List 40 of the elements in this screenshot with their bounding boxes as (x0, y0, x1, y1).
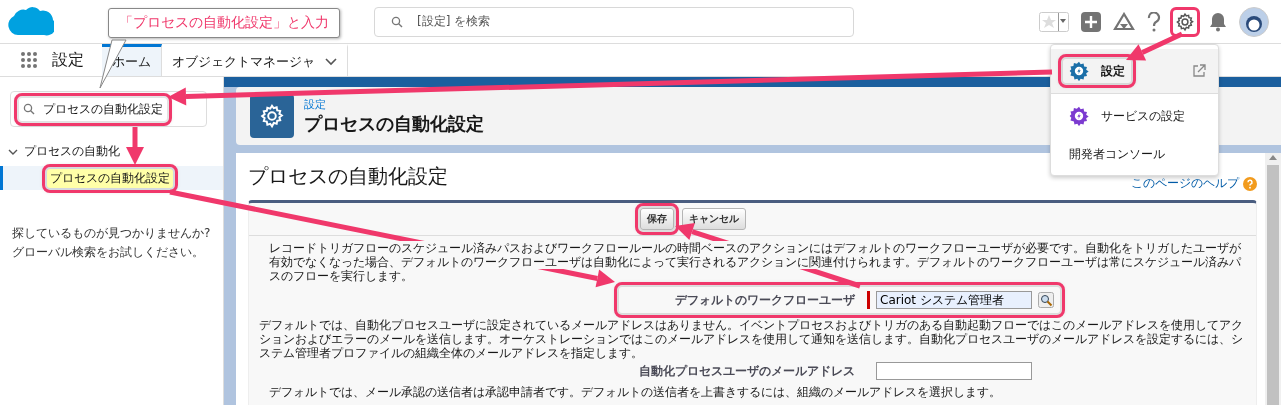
annotation-arrow (1126, 31, 1184, 61)
chevron-down-icon[interactable] (325, 57, 337, 66)
help-icon (1243, 176, 1257, 191)
menu-item[interactable]: サービスの設定 (1051, 94, 1218, 138)
description-text: デフォルトでは、自動化プロセスユーザに設定されているメールアドレスはありません。イベントプロセスおよびトリガのある自動起動フローではこのメールアドレスを使用してアクションおよびエラーのメールを送信します。オーケストレーションではこのメールアドレスを使用して通知を送信します。自動化プロセスユーザのメールアドレスを設定するには、システム管理者プロファイルの組織全体のメールアドレスを指定します。 (258, 318, 1244, 360)
field-label: 自動化プロセスユーザのメールアドレス (638, 362, 856, 380)
tree-node[interactable]: プロセスの自動化 (0, 127, 223, 160)
trailhead-icon[interactable] (1113, 11, 1135, 32)
tree-item[interactable]: プロセスの自動化設定 (0, 166, 223, 190)
app-launcher-icon[interactable] (20, 51, 38, 69)
menu-item[interactable]: 設定 (1051, 49, 1218, 94)
text-field[interactable] (876, 362, 1032, 380)
text-field[interactable]: Cariot システム管理者 (876, 291, 1032, 309)
help-icon[interactable] (1147, 11, 1161, 32)
search-hint: 探しているものが見つかりませんか? グローバル検索をお試しください。 (12, 225, 212, 261)
help-link[interactable]: このページのヘルプ (1131, 175, 1257, 192)
notification-bell-icon[interactable] (1209, 11, 1227, 32)
page-title: プロセスの自動化設定 (304, 111, 484, 136)
search-icon (23, 103, 35, 115)
section-title: プロセスの自動化設定 (248, 163, 448, 190)
settings-icon (1175, 11, 1195, 32)
search-icon (391, 15, 403, 28)
avatar-icon[interactable] (1239, 6, 1269, 37)
field-label: デフォルトのワークフローユーザ (674, 291, 856, 309)
search-field[interactable]: [設定] を検索 (374, 6, 854, 37)
scroll-up-icon[interactable] (1268, 153, 1278, 161)
annotation-arrow (126, 127, 144, 165)
app-name: 設定 (52, 49, 84, 71)
add-icon[interactable] (1081, 11, 1101, 32)
quick-find-field[interactable]: プロセスの自動化設定 (10, 91, 207, 127)
setup-gear-button[interactable] (1173, 9, 1197, 34)
external-link-icon[interactable] (1192, 64, 1206, 78)
breadcrumb[interactable]: 設定 (304, 96, 484, 112)
gear-bolt-icon (1069, 106, 1089, 126)
menu-item[interactable]: 開発者コンソール (1051, 138, 1218, 171)
gear-bolt-icon (1069, 61, 1089, 81)
lookup-search-icon[interactable] (1038, 292, 1054, 308)
scrollbar[interactable] (1265, 153, 1281, 405)
callout-pointer (99, 39, 127, 89)
form-button[interactable]: キャンセル (681, 208, 746, 230)
